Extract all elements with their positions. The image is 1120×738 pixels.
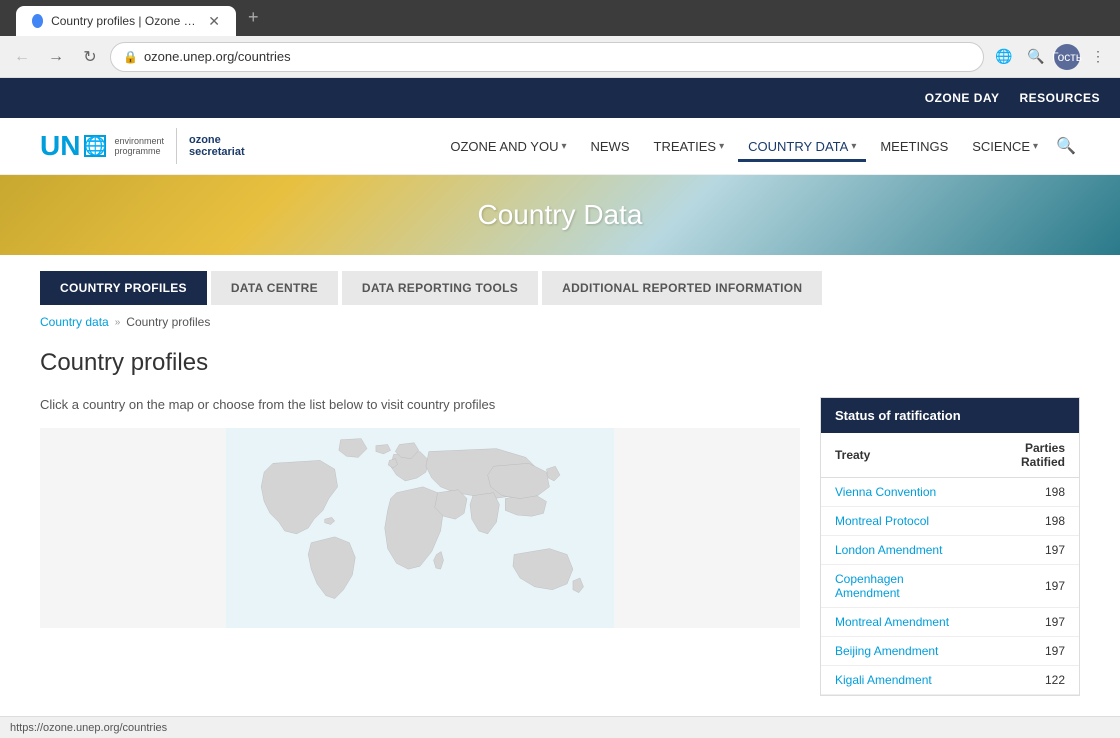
chevron-down-icon: ▾ — [1033, 141, 1038, 152]
hero-title: Country Data — [478, 199, 643, 231]
breadcrumb-current: Country profiles — [126, 315, 210, 329]
tab-close-button[interactable]: ✕ — [208, 13, 220, 30]
browser-tabs: Country profiles | Ozone Secreta... ✕ + — [0, 0, 1120, 36]
logo-area: UN 🌐 environment programme ozone secreta… — [40, 128, 245, 164]
forward-button[interactable]: → — [42, 43, 70, 71]
nav-news[interactable]: NEWS — [581, 131, 640, 162]
table-row[interactable]: Vienna Convention 198 — [821, 478, 1079, 507]
status-table-container: Status of ratification Treaty Parties Ra… — [820, 397, 1080, 696]
treaty-name[interactable]: Copenhagen Amendment — [821, 565, 972, 608]
nav-meetings[interactable]: MEETINGS — [870, 131, 958, 162]
top-nav-ozone-day[interactable]: OZONE DAY — [925, 91, 1000, 105]
parties-count: 122 — [972, 666, 1079, 695]
parties-count: 197 — [972, 637, 1079, 666]
treaty-name[interactable]: Montreal Protocol — [821, 507, 972, 536]
status-url: https://ozone.unep.org/countries — [10, 722, 167, 734]
parties-count: 197 — [972, 608, 1079, 637]
tab-data-centre[interactable]: DATA CENTRE — [211, 271, 338, 305]
main-content: Country profiles Click a country on the … — [0, 339, 1120, 716]
hero-banner: Country Data — [0, 175, 1120, 255]
search-button[interactable]: 🔍 — [1022, 43, 1050, 71]
ratification-table: Treaty Parties Ratified Vienna Conventio… — [821, 433, 1079, 695]
new-tab-button[interactable]: + — [240, 3, 267, 32]
tab-country-profiles[interactable]: COUNTRY PROFILES — [40, 271, 207, 305]
main-navigation: OZONE AND YOU ▾ NEWS TREATIES ▾ COUNTRY … — [440, 131, 1080, 162]
un-programme-text: environment programme — [114, 136, 164, 156]
chevron-down-icon: ▾ — [561, 141, 566, 152]
treaty-name[interactable]: London Amendment — [821, 536, 972, 565]
toolbar-right: 🌐 🔍 Гость ⋮ — [990, 43, 1112, 71]
parties-count: 198 — [972, 478, 1079, 507]
map-section: Click a country on the map or choose fro… — [40, 397, 800, 696]
nav-country-data[interactable]: COUNTRY DATA ▾ — [738, 131, 866, 162]
top-nav-bar: OZONE DAY RESOURCES — [0, 78, 1120, 118]
col-treaty-header: Treaty — [821, 433, 972, 478]
table-row[interactable]: Kigali Amendment 122 — [821, 666, 1079, 695]
col-parties-header: Parties Ratified — [972, 433, 1079, 478]
parties-count: 197 — [972, 565, 1079, 608]
menu-button[interactable]: ⋮ — [1084, 43, 1112, 71]
un-globe-icon: 🌐 — [84, 135, 106, 157]
ozone-secretariat-text: ozone secretariat — [189, 134, 245, 158]
address-bar[interactable]: 🔒 ozone.unep.org/countries — [110, 42, 984, 72]
parties-count: 198 — [972, 507, 1079, 536]
logo-divider — [176, 128, 177, 164]
back-button[interactable]: ← — [8, 43, 36, 71]
table-row[interactable]: Montreal Amendment 197 — [821, 608, 1079, 637]
nav-treaties[interactable]: TREATIES ▾ — [644, 131, 735, 162]
world-map-svg[interactable] — [40, 428, 800, 628]
treaty-name[interactable]: Vienna Convention — [821, 478, 972, 507]
translate-button[interactable]: 🌐 — [990, 43, 1018, 71]
top-nav-resources[interactable]: RESOURCES — [1019, 91, 1100, 105]
un-logo: UN 🌐 — [40, 130, 106, 162]
address-text: ozone.unep.org/countries — [144, 49, 291, 64]
search-icon[interactable]: 🔍 — [1052, 132, 1080, 160]
world-map[interactable] — [40, 428, 800, 628]
table-row[interactable]: London Amendment 197 — [821, 536, 1079, 565]
favicon — [32, 14, 43, 28]
content-layout: Click a country on the map or choose fro… — [40, 397, 1080, 696]
tab-title: Country profiles | Ozone Secreta... — [51, 14, 196, 28]
map-instruction: Click a country on the map or choose fro… — [40, 397, 800, 412]
treaty-name[interactable]: Kigali Amendment — [821, 666, 972, 695]
user-avatar[interactable]: Гость — [1054, 44, 1080, 70]
tab-additional-reported-information[interactable]: ADDITIONAL REPORTED INFORMATION — [542, 271, 822, 305]
status-table-header: Status of ratification — [821, 398, 1079, 433]
breadcrumb: Country data » Country profiles — [0, 305, 1120, 339]
treaty-name[interactable]: Montreal Amendment — [821, 608, 972, 637]
un-text: UN — [40, 130, 80, 162]
browser-toolbar: ← → ↻ 🔒 ozone.unep.org/countries 🌐 🔍 Гос… — [0, 36, 1120, 78]
lock-icon: 🔒 — [123, 50, 138, 64]
refresh-button[interactable]: ↻ — [76, 43, 104, 71]
breadcrumb-country-data[interactable]: Country data — [40, 315, 109, 329]
chevron-down-icon: ▾ — [851, 141, 856, 152]
nav-science[interactable]: SCIENCE ▾ — [962, 131, 1048, 162]
tab-data-reporting-tools[interactable]: DATA REPORTING TOOLS — [342, 271, 538, 305]
sub-navigation: COUNTRY PROFILES DATA CENTRE DATA REPORT… — [0, 255, 1120, 305]
table-row[interactable]: Copenhagen Amendment 197 — [821, 565, 1079, 608]
nav-ozone-and-you[interactable]: OZONE AND YOU ▾ — [440, 131, 576, 162]
treaty-name[interactable]: Beijing Amendment — [821, 637, 972, 666]
chevron-down-icon: ▾ — [719, 141, 724, 152]
table-row[interactable]: Beijing Amendment 197 — [821, 637, 1079, 666]
table-row[interactable]: Montreal Protocol 198 — [821, 507, 1079, 536]
main-header: UN 🌐 environment programme ozone secreta… — [0, 118, 1120, 175]
status-bar: https://ozone.unep.org/countries — [0, 716, 1120, 738]
page-title: Country profiles — [40, 349, 1080, 377]
parties-count: 197 — [972, 536, 1079, 565]
breadcrumb-separator: » — [115, 317, 121, 328]
active-tab[interactable]: Country profiles | Ozone Secreta... ✕ — [16, 6, 236, 36]
